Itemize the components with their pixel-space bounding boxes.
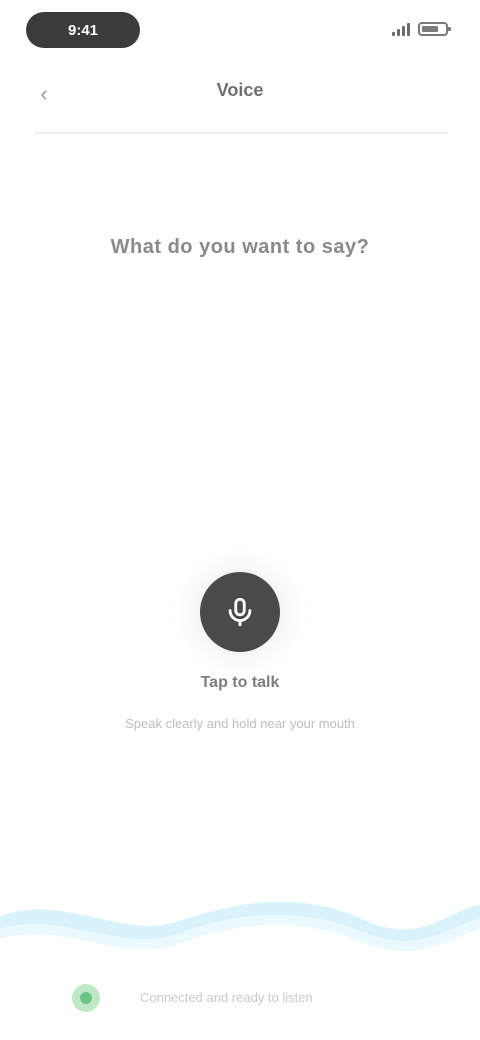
time-pill: 9:41: [26, 12, 140, 48]
mic-label: Tap to talk: [200, 674, 280, 691]
time-text: 9:41: [67, 21, 99, 39]
battery-icon: [418, 22, 451, 36]
page-title: Voice: [216, 80, 264, 100]
mic-hint: Speak clearly and hold near your mouth: [125, 716, 355, 731]
voice-wave: [0, 901, 480, 951]
back-icon[interactable]: ‹: [30, 80, 58, 108]
signal-icon: [392, 22, 410, 36]
mic-icon: [228, 597, 252, 627]
mic-button[interactable]: [200, 572, 280, 652]
status-icons: [392, 18, 451, 40]
header: ‹ Voice: [0, 70, 480, 120]
bottom-status: Connected and ready to listen: [0, 976, 480, 1016]
prompt-text: What do you want to say?: [110, 236, 370, 258]
bottom-status-text: Connected and ready to listen: [140, 990, 313, 1005]
status-bar: 9:41: [0, 0, 480, 64]
header-divider: [34, 132, 448, 134]
status-dot-icon: [72, 984, 100, 1012]
